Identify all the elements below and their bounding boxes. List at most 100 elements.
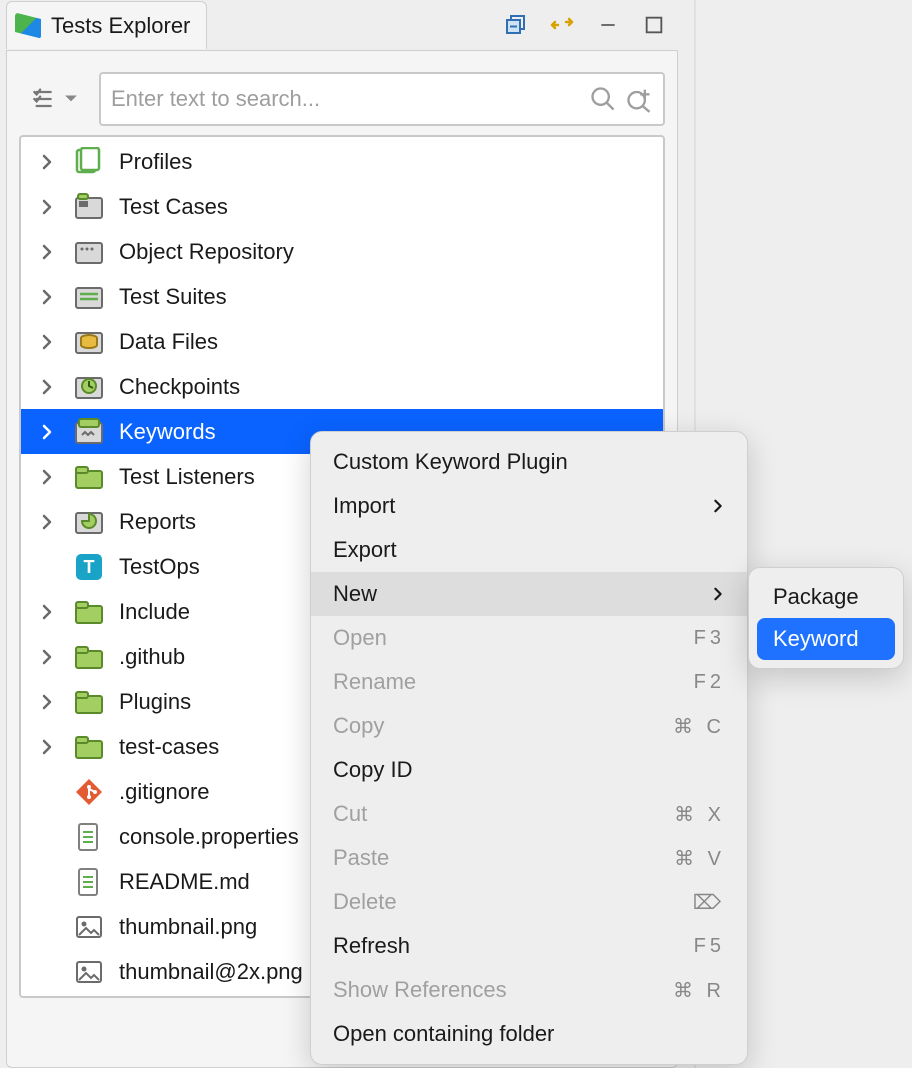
folder-icon [73,596,105,628]
tree-item-label: test-cases [119,734,219,760]
tree-item-test-cases[interactable]: Test Cases [21,184,663,229]
minimize-icon[interactable] [594,12,622,38]
testops-icon [73,551,105,583]
menu-shortcut: ⌘ X [674,802,725,827]
context-menu: Custom Keyword PluginImport Export New Open… [310,431,748,1065]
chevron-right-icon[interactable] [27,412,67,452]
menu-item-show-references: Show References ⌘ R [311,968,747,1012]
menu-item-custom-keyword-plugin[interactable]: Custom Keyword Plugin [311,440,747,484]
tree-item-label: Checkpoints [119,374,240,400]
tree-item-label: Test Suites [119,284,227,310]
menu-item-label: Refresh [333,933,410,959]
search-icon[interactable] [585,81,621,117]
tab-tests-explorer[interactable]: Tests Explorer [6,1,207,49]
collapse-all-icon[interactable] [502,12,530,38]
menu-item-import[interactable]: Import [311,484,747,528]
chevron-right-icon [711,499,725,513]
menu-item-label: New [333,581,377,607]
tree-item-label: Profiles [119,149,192,175]
menu-item-label: Export [333,537,397,563]
folder-icon [73,641,105,673]
testcase-icon [73,191,105,223]
folder-icon [73,731,105,763]
maximize-icon[interactable] [640,12,668,38]
menu-shortcut: F2 [694,671,725,694]
chevron-right-icon[interactable] [27,232,67,272]
chevron-right-icon[interactable] [27,367,67,407]
menu-item-label: Rename [333,669,416,695]
menu-shortcut: ⌘ R [673,978,725,1003]
folder-icon [73,686,105,718]
menu-item-label: Cut [333,801,367,827]
menu-item-label: Paste [333,845,389,871]
submenu-item-label: Package [773,584,859,610]
menu-shortcut: F5 [694,935,725,958]
tree-item-object-repository[interactable]: Object Repository [21,229,663,274]
menu-item-paste: Paste ⌘ V [311,836,747,880]
submenu-item-keyword[interactable]: Keyword [757,618,895,660]
submenu-item-label: Keyword [773,626,859,652]
menu-shortcut: ⌘ V [674,846,725,871]
tree-item-label: thumbnail.png [119,914,257,940]
tree-item-test-suites[interactable]: Test Suites [21,274,663,319]
tree-item-profiles[interactable]: Profiles [21,139,663,184]
chevron-right-icon[interactable] [27,187,67,227]
chevron-right-icon[interactable] [27,502,67,542]
menu-item-label: Delete [333,889,397,915]
app-logo-icon [15,13,41,39]
chevron-down-icon [64,92,78,106]
menu-item-label: Open containing folder [333,1021,554,1047]
menu-item-refresh[interactable]: Refresh F5 [311,924,747,968]
menu-item-label: Show References [333,977,507,1003]
panel-toolbar [502,12,678,38]
tree-item-label: Plugins [119,689,191,715]
tree-item-data-files[interactable]: Data Files [21,319,663,364]
image-icon [73,956,105,988]
menu-shortcut: ⌦ [693,890,725,915]
menu-item-label: Open [333,625,387,651]
tree-item-label: .gitignore [119,779,210,805]
filegreen-icon [73,866,105,898]
context-submenu: Package Keyword [748,567,904,669]
tree-item-label: Test Listeners [119,464,255,490]
chevron-right-icon[interactable] [27,457,67,497]
profiles-icon [73,146,105,178]
chevron-right-icon[interactable] [27,637,67,677]
tree-item-label: console.properties [119,824,299,850]
chevron-right-icon[interactable] [27,277,67,317]
image-icon [73,911,105,943]
menu-item-delete: Delete ⌦ [311,880,747,924]
link-with-editor-icon[interactable] [548,12,576,38]
git-icon [73,776,105,808]
filegreen-icon [73,821,105,853]
keywords-icon [73,416,105,448]
filter-dropdown-button[interactable] [19,72,91,126]
menu-shortcut: ⌘ C [673,714,725,739]
menu-item-open-containing-folder[interactable]: Open containing folder [311,1012,747,1056]
tree-item-label: Test Cases [119,194,228,220]
chevron-right-icon [711,587,725,601]
objectrepo-icon [73,236,105,268]
submenu-item-package[interactable]: Package [757,576,895,618]
chevron-right-icon[interactable] [27,322,67,362]
tree-item-label: Reports [119,509,196,535]
menu-item-new[interactable]: New [311,572,747,616]
chevron-right-icon[interactable] [27,142,67,182]
chevron-right-icon[interactable] [27,682,67,722]
menu-item-copy: Copy⌘ C [311,704,747,748]
chevron-right-icon[interactable] [27,592,67,632]
search-row [19,71,665,127]
reports-icon [73,506,105,538]
testsuite-icon [73,281,105,313]
tree-item-label: README.md [119,869,250,895]
chevron-right-icon[interactable] [27,727,67,767]
menu-item-export[interactable]: Export [311,528,747,572]
menu-item-copy-id[interactable]: Copy ID [311,748,747,792]
menu-item-open: OpenF3 [311,616,747,660]
tree-item-checkpoints[interactable]: Checkpoints [21,364,663,409]
tree-item-label: Data Files [119,329,218,355]
tree-item-label: Object Repository [119,239,294,265]
tab-strip: Tests Explorer [6,0,678,50]
save-search-icon[interactable] [621,81,657,117]
search-input[interactable] [109,85,585,113]
